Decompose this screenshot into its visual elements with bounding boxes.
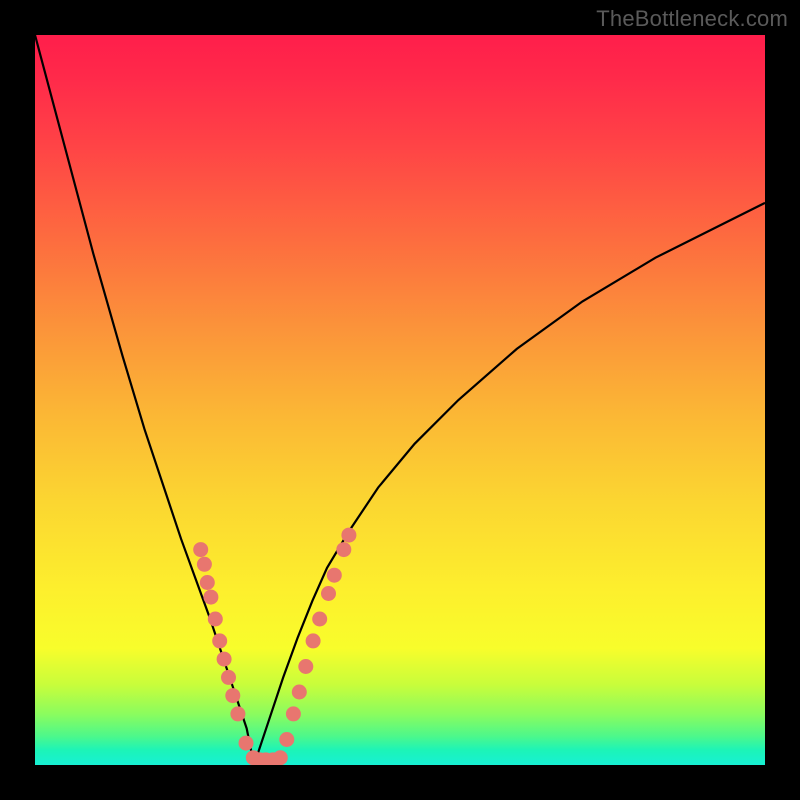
data-point xyxy=(306,633,321,648)
data-point xyxy=(239,736,254,751)
data-point xyxy=(292,685,307,700)
plot-area xyxy=(35,35,765,765)
data-point xyxy=(312,612,327,627)
chart-svg xyxy=(35,35,765,765)
chart-frame: TheBottleneck.com xyxy=(0,0,800,800)
data-point xyxy=(193,542,208,557)
data-point xyxy=(279,732,294,747)
data-point xyxy=(286,706,301,721)
data-point xyxy=(203,590,218,605)
data-point xyxy=(230,706,245,721)
data-point xyxy=(225,688,240,703)
data-point xyxy=(298,659,313,674)
data-point xyxy=(273,750,288,765)
data-point xyxy=(212,633,227,648)
scatter-dots xyxy=(193,528,356,765)
data-point xyxy=(336,542,351,557)
watermark-text: TheBottleneck.com xyxy=(596,6,788,32)
data-point xyxy=(221,670,236,685)
bottleneck-curve-right xyxy=(254,203,765,765)
data-point xyxy=(200,575,215,590)
data-point xyxy=(321,586,336,601)
data-point xyxy=(208,612,223,627)
data-point xyxy=(197,557,212,572)
data-point xyxy=(327,568,342,583)
data-point xyxy=(341,528,356,543)
data-point xyxy=(217,652,232,667)
